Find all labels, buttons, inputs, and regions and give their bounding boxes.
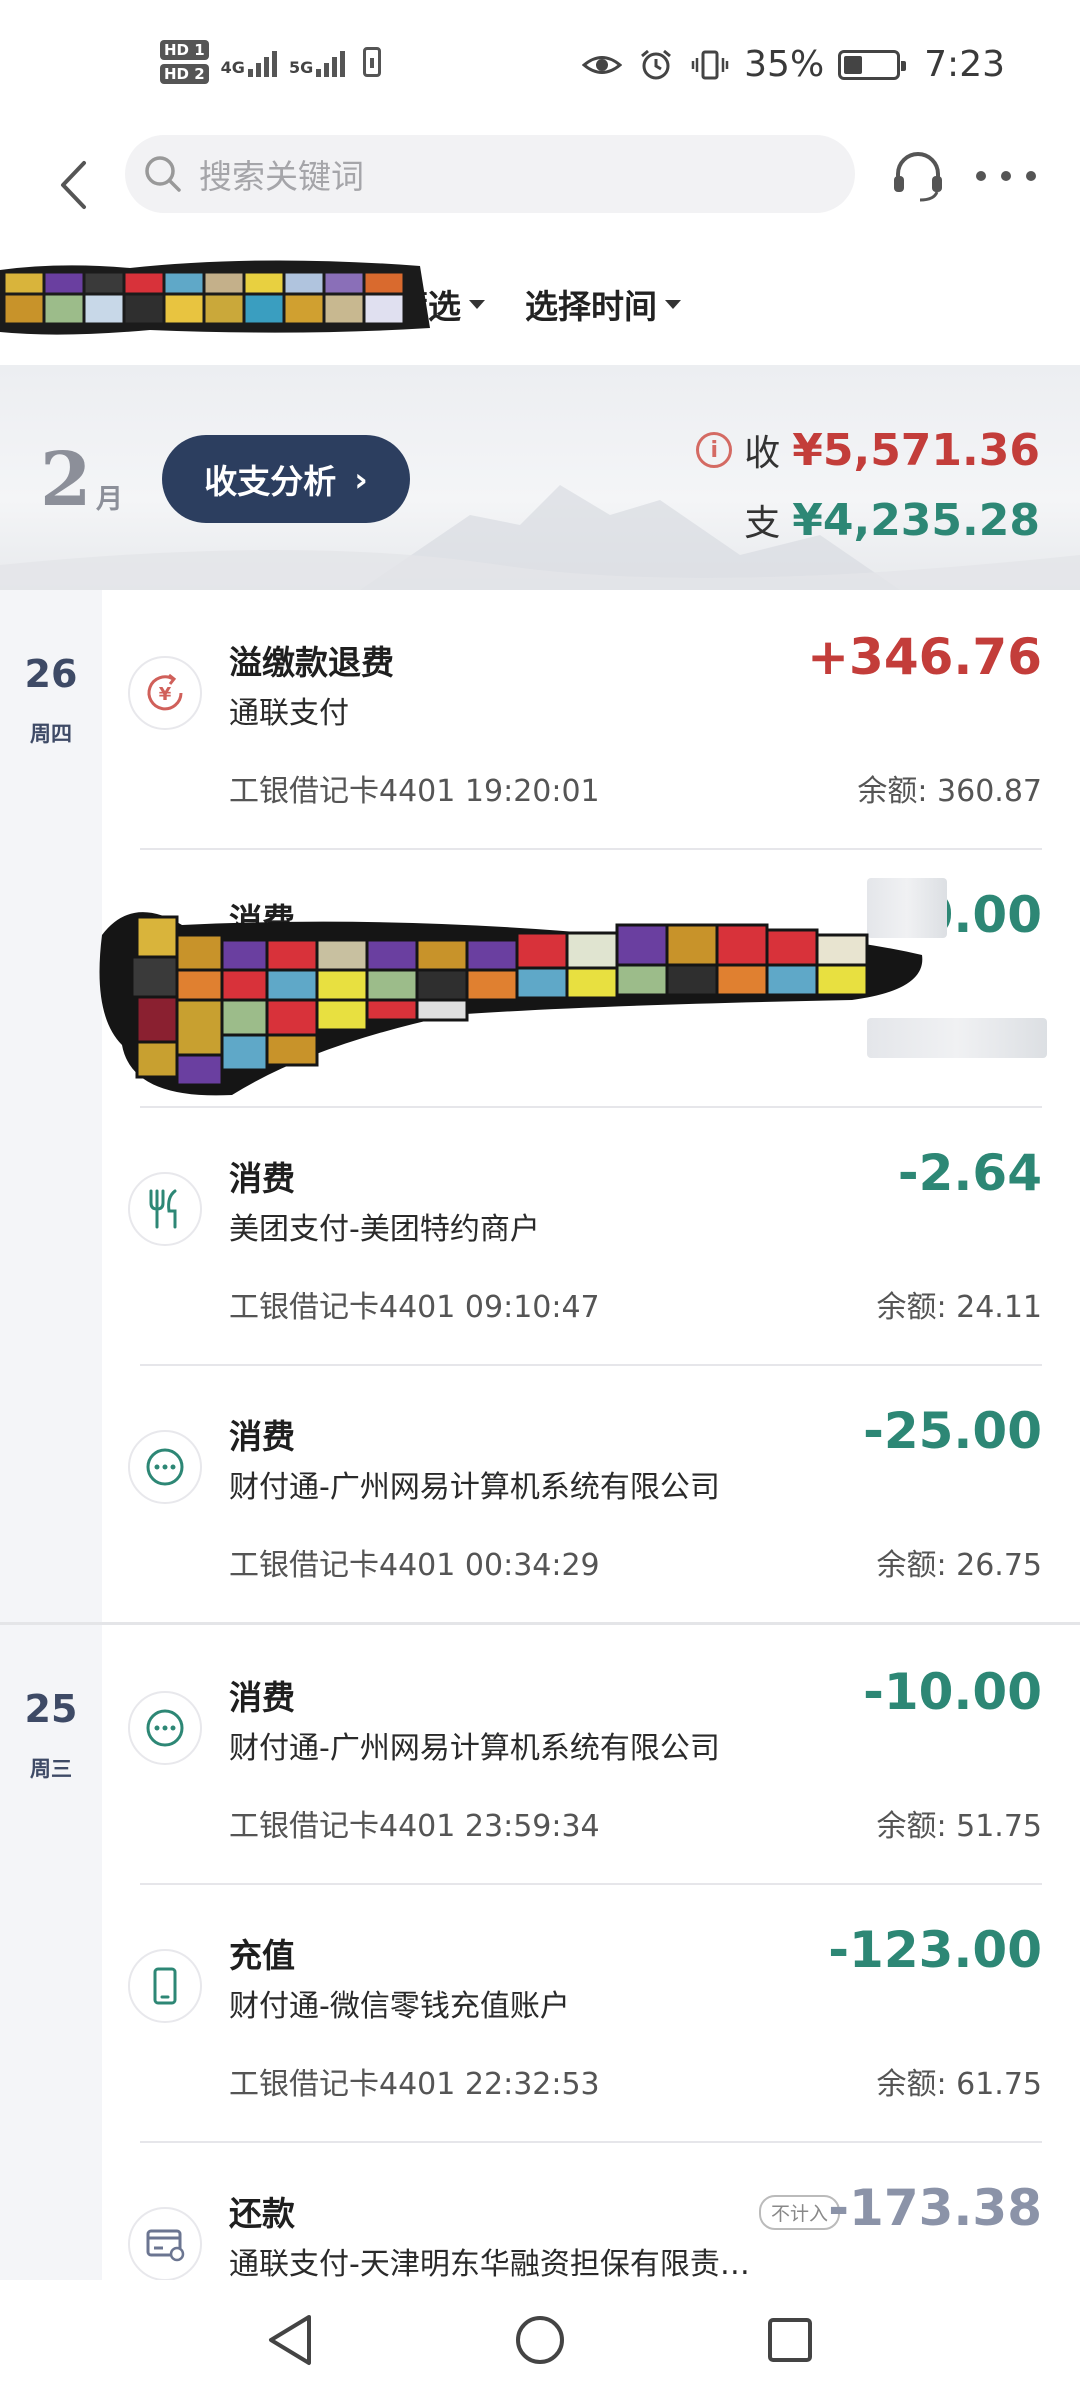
transaction-title: 还款 (229, 2194, 295, 2233)
transaction-balance: 余额: 61.75 (876, 2067, 1042, 2102)
more-icon[interactable] (976, 148, 1036, 204)
group-weekday: 周三 (30, 1757, 72, 1781)
month-unit: 月 (96, 484, 123, 515)
analysis-label: 收支分析 (204, 462, 337, 501)
search-input[interactable]: 搜索关键词 (125, 135, 855, 213)
redaction-scribble (0, 260, 430, 335)
vibrate-icon (691, 50, 729, 79)
network-type-1: 4G (220, 58, 245, 77)
transaction-amount: -173.38 (828, 2179, 1042, 2237)
nav-home-icon (516, 2316, 564, 2364)
transaction-balance: 余额: 24.11 (876, 1290, 1042, 1325)
clock: 7:23 (924, 44, 1005, 85)
more-circle-icon (128, 1430, 202, 1504)
expense-total: ¥4,235.28 (792, 494, 1040, 546)
transaction-balance: 余额: 360.87 (857, 774, 1042, 809)
transaction-item[interactable]: 消费 财付通-广州网易计算机系统有限公司 工银借记卡4401 00:34:29 … (102, 1364, 1080, 1622)
transaction-item[interactable]: 还款 通联支付-天津明东华融资担保有限责… 不计入 -173.38 (102, 2141, 1080, 2280)
signal-bars-1-icon (247, 47, 277, 77)
transaction-amount: +346.76 (807, 628, 1042, 686)
redaction-scribble (99, 912, 923, 1096)
nav-recents-button[interactable] (755, 2305, 825, 2375)
chevron-right-icon: › (354, 459, 368, 499)
search-placeholder: 搜索关键词 (199, 157, 364, 196)
nav-home-button[interactable] (505, 2305, 575, 2375)
transaction-merchant: 美团支付-美团特约商户 (229, 1212, 540, 1247)
time-label: 选择时间 (525, 287, 657, 326)
fork-knife-icon (128, 1172, 202, 1246)
transaction-title: 充值 (229, 1936, 295, 1975)
battery-percent: 35% (744, 44, 825, 85)
battery-icon (838, 49, 907, 80)
transaction-list: 26 周四 ¥ 溢缴款退费 通联支付 工银借记卡4401 19:20:01 +3… (0, 590, 1080, 2280)
signal-indicators: HD 1 HD 2 4G 5G (160, 40, 382, 84)
time-dropdown[interactable]: 选择时间 (525, 280, 681, 328)
info-icon[interactable]: i (696, 432, 733, 468)
nav-back-icon (269, 2315, 311, 2365)
month-summary-banner: 2 月 收支分析 › i 收 ¥5,571.36 支 ¥4,235.28 (0, 365, 1080, 590)
transaction-card: 工银借记卡4401 19:20:01 (229, 774, 600, 809)
status-bar: HD 1 HD 2 4G 5G 35% 7:23 (0, 0, 1080, 130)
card-repay-icon (128, 2207, 202, 2280)
signal-bars-2-icon (316, 47, 346, 77)
transaction-merchant: 通联支付-天津明东华融资担保有限责… (229, 2247, 750, 2280)
system-navigation-bar (0, 2280, 1080, 2400)
headset-icon[interactable] (890, 148, 946, 204)
phone-icon (128, 1949, 202, 2023)
transaction-title: 消费 (229, 1159, 295, 1198)
eye-icon (582, 55, 623, 74)
transaction-amount: -25.00 (863, 1402, 1042, 1460)
transaction-card: 工银借记卡4401 00:34:29 (229, 1548, 600, 1583)
transaction-merchant: 通联支付 (229, 696, 349, 731)
transaction-merchant: 财付通-广州网易计算机系统有限公司 (229, 1731, 720, 1766)
transaction-title: 消费 (229, 1417, 295, 1456)
transaction-title: 消费 (229, 1678, 295, 1717)
transaction-card: 工银借记卡4401 09:10:47 (229, 1290, 600, 1325)
caret-down-icon (469, 299, 485, 309)
more-circle-icon (128, 1691, 202, 1765)
transaction-item[interactable]: 消费 财付通-广州网易计算机系统有限公司 工银借记卡4401 23:59:34 … (102, 1625, 1080, 1883)
transaction-item[interactable]: ¥ 溢缴款退费 通联支付 工银借记卡4401 19:20:01 +346.76 … (102, 590, 1080, 848)
group-day: 26 (24, 652, 78, 696)
search-header: 搜索关键词 (0, 130, 1080, 250)
group-day: 25 (24, 1687, 78, 1731)
caret-down-icon (665, 299, 681, 309)
nav-back-button[interactable] (255, 2305, 325, 2375)
transaction-item[interactable]: 充值 财付通-微信零钱充值账户 工银借记卡4401 22:32:53 -123.… (102, 1883, 1080, 2141)
transaction-balance: 余额: 51.75 (876, 1809, 1042, 1844)
back-arrow-icon (61, 161, 86, 209)
refund-yuan-icon: ¥ (128, 656, 202, 730)
income-total: ¥5,571.36 (792, 424, 1040, 476)
transaction-card: 工银借记卡4401 23:59:34 (229, 1809, 600, 1844)
nav-recents-icon (768, 2318, 812, 2362)
transaction-amount: -2.64 (897, 1144, 1042, 1202)
month-number: 2 (40, 437, 92, 523)
expense-label: 支 (744, 503, 781, 544)
transaction-balance: 余额: 26.75 (876, 1548, 1042, 1583)
transaction-merchant: 财付通-广州网易计算机系统有限公司 (229, 1470, 720, 1505)
network-type-2: 5G (288, 58, 314, 77)
transaction-amount: -10.00 (863, 1663, 1042, 1721)
search-icon (145, 156, 181, 192)
group-weekday: 周四 (30, 722, 72, 746)
sim-alert-icon (363, 47, 382, 77)
month-totals: i 收 ¥5,571.36 支 ¥4,235.28 (696, 415, 1040, 555)
alarm-icon (641, 49, 672, 79)
transaction-item[interactable]: 消费 美团支付-美团特约商户 工银借记卡4401 09:10:47 -2.64 … (102, 1106, 1080, 1364)
svg-text:¥: ¥ (159, 684, 172, 705)
transaction-title: 溢缴款退费 (229, 643, 394, 682)
hd1-badge: HD 1 (160, 40, 209, 60)
transaction-card: 工银借记卡4401 22:32:53 (229, 2067, 600, 2102)
transaction-merchant: 财付通-微信零钱充值账户 (229, 1989, 570, 2024)
income-label: 收 (744, 433, 781, 474)
back-button[interactable] (48, 150, 98, 220)
income-expense-analysis-button[interactable]: 收支分析 › (162, 435, 410, 523)
hd2-badge: HD 2 (160, 64, 209, 84)
transaction-amount: -123.00 (828, 1921, 1042, 1979)
